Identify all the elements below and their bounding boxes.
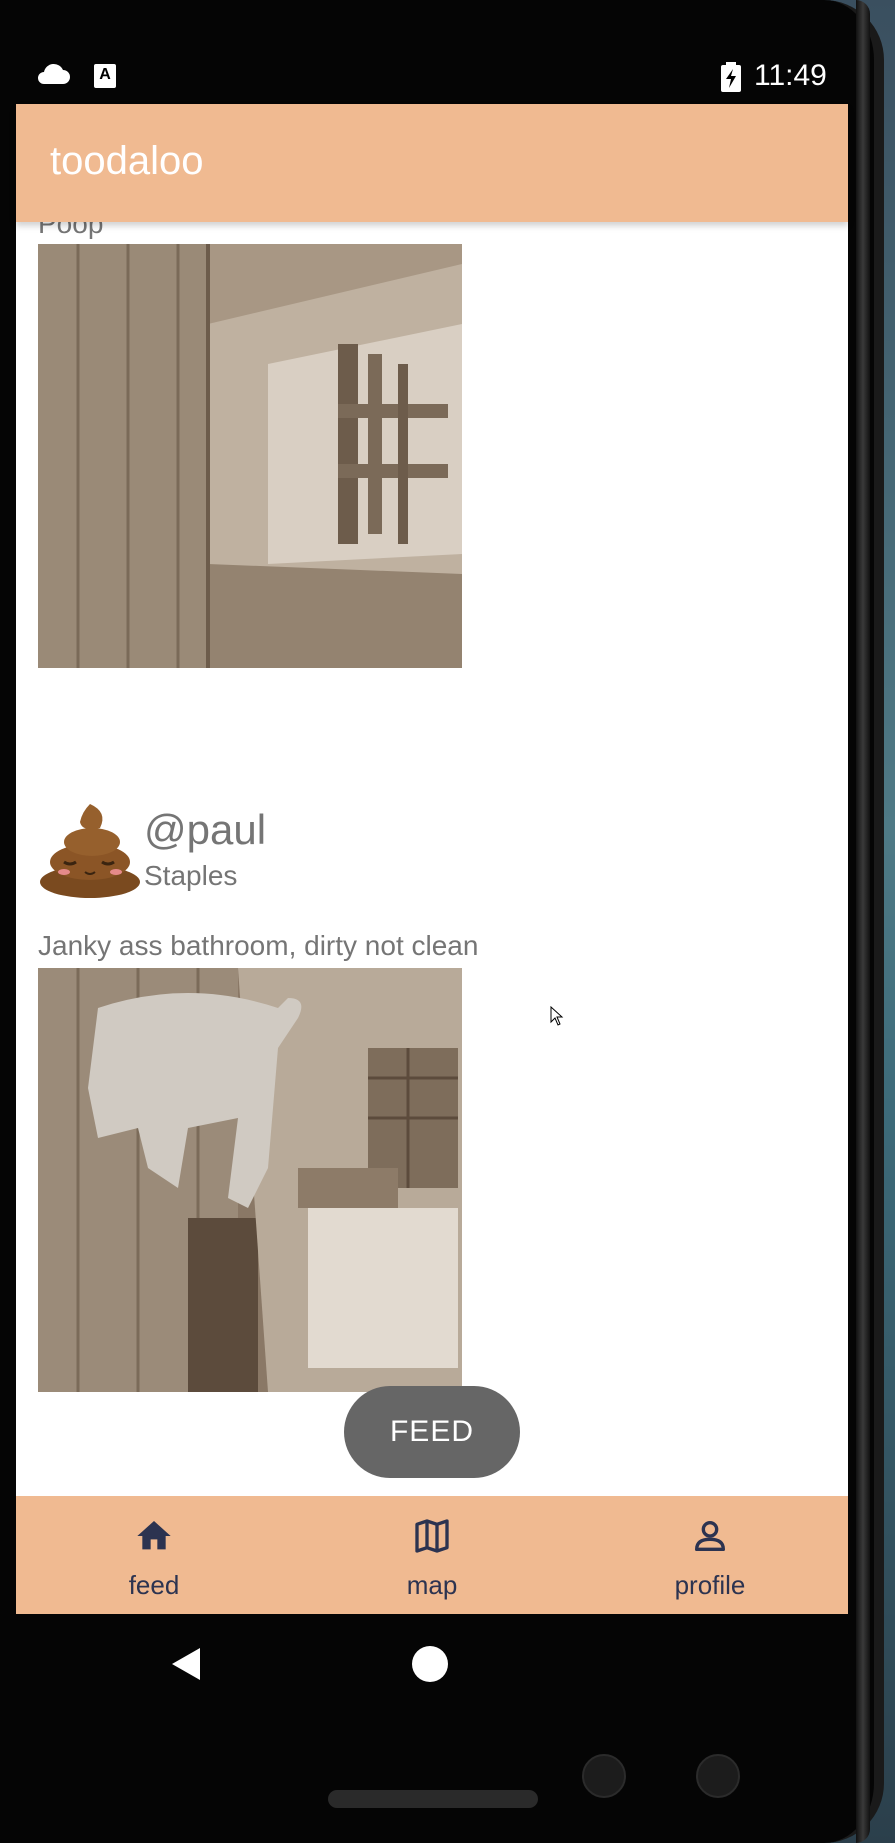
phone-edge <box>856 0 870 1843</box>
post-author[interactable]: @paul Staples <box>38 800 538 900</box>
bottom-navigation: feed map profile <box>16 1496 848 1614</box>
system-navigation-bar <box>16 1614 848 1843</box>
camera-sensor-icon <box>582 1754 626 1798</box>
app-title: toodaloo <box>50 139 204 183</box>
post-caption: Poop <box>38 222 104 239</box>
battery-charging-icon <box>721 62 741 92</box>
map-icon <box>415 1519 449 1553</box>
person-icon <box>695 1521 725 1551</box>
home-button-icon[interactable] <box>412 1646 448 1682</box>
nav-label-profile: profile <box>674 1570 746 1600</box>
nav-label-map: map <box>406 1570 458 1600</box>
cloud-icon <box>38 63 70 84</box>
device-screen: A 11:49 toodaloo Poop @paul Staples Jank… <box>16 0 848 1843</box>
nav-label-feed: feed <box>128 1570 180 1600</box>
post-location: Staples <box>144 860 238 891</box>
nav-item-feed[interactable]: feed <box>54 1496 254 1614</box>
post-photo[interactable] <box>38 244 462 668</box>
a-notification-icon: A <box>94 64 116 88</box>
app-bar: toodaloo <box>16 104 848 222</box>
status-time: 11:49 <box>754 59 827 92</box>
home-icon <box>137 1521 171 1550</box>
nav-item-profile[interactable]: profile <box>610 1496 810 1614</box>
post-username[interactable]: @paul <box>144 806 266 854</box>
back-icon[interactable] <box>170 1646 202 1682</box>
post-caption: Janky ass bathroom, dirty not clean <box>38 930 479 961</box>
status-bar: A 11:49 <box>16 44 848 104</box>
phone-frame: A 11:49 toodaloo Poop @paul Staples Jank… <box>0 0 884 1843</box>
poop-emoji-avatar <box>40 804 140 898</box>
post-photo[interactable] <box>38 968 462 1392</box>
camera-lens-icon <box>696 1754 740 1798</box>
feed-list[interactable]: Poop @paul Staples Janky ass bathroom, d… <box>16 222 848 1496</box>
feed-fab-button[interactable]: FEED <box>344 1386 520 1478</box>
mouse-cursor-icon <box>550 1006 564 1026</box>
nav-item-map[interactable]: map <box>332 1496 532 1614</box>
phone-speaker <box>328 1790 538 1808</box>
